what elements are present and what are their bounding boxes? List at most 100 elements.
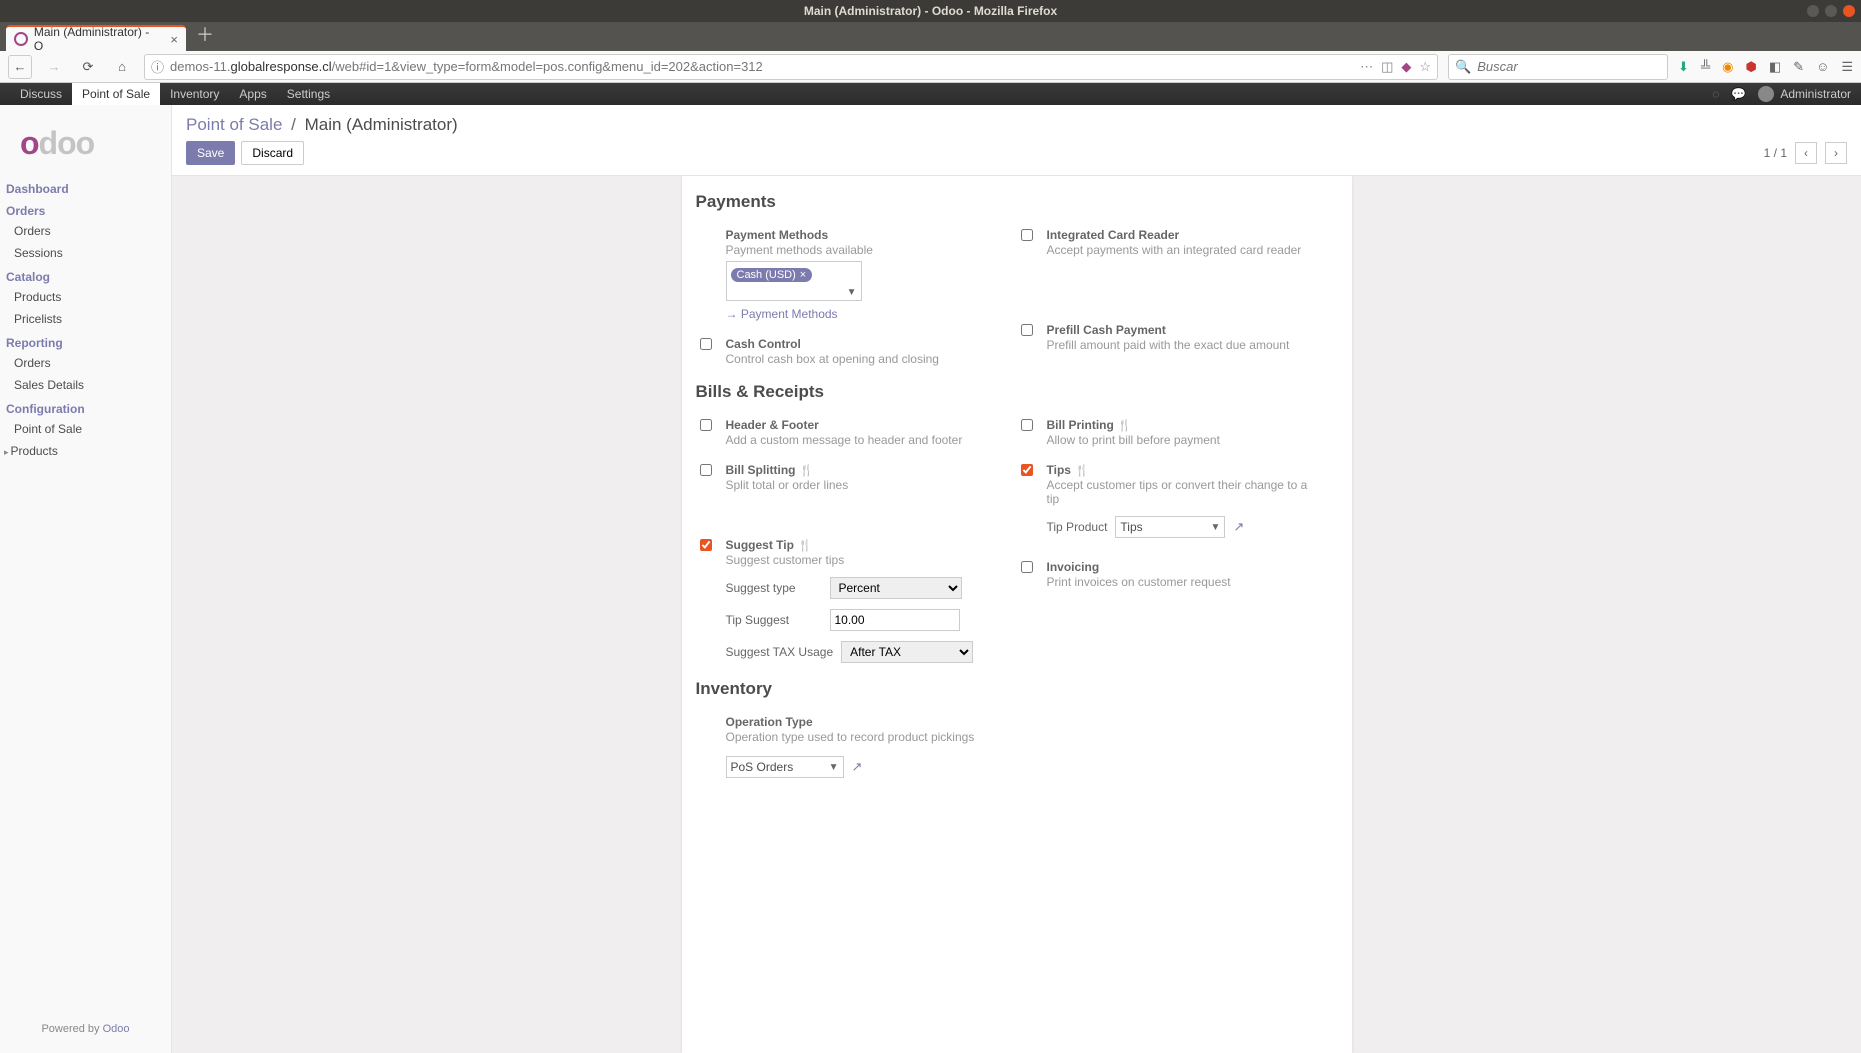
sidebar-item-pos-config[interactable]: Point of Sale	[0, 418, 171, 440]
opt-title-operation-type: Operation Type	[726, 715, 997, 729]
checkbox-bill-printing[interactable]	[1021, 419, 1033, 431]
window-maximize-icon[interactable]	[1825, 5, 1837, 17]
menu-discuss[interactable]: Discuss	[10, 83, 72, 105]
menu-inventory[interactable]: Inventory	[160, 83, 229, 105]
odoo-logo[interactable]: odoo	[0, 115, 171, 176]
opt-desc-tips: Accept customer tips or convert their ch…	[1047, 478, 1318, 506]
opt-prefill-cash: Prefill Cash Payment Prefill amount paid…	[1017, 317, 1318, 362]
restaurant-icon: 🍴	[1075, 464, 1089, 477]
bookmark-star-icon[interactable]: ☆	[1419, 59, 1431, 75]
menu-settings[interactable]: Settings	[277, 83, 340, 105]
search-bar[interactable]: 🔍	[1448, 54, 1668, 80]
sidebar-item-orders[interactable]: Orders	[0, 220, 171, 242]
sidebar-icon[interactable]: ◧	[1769, 59, 1781, 75]
menu-point-of-sale[interactable]: Point of Sale	[72, 83, 160, 105]
pager-prev-button[interactable]: ‹	[1795, 142, 1817, 164]
checkbox-invoicing[interactable]	[1021, 561, 1033, 573]
dropdown-icon[interactable]: ▼	[1211, 522, 1221, 533]
section-title-bills: Bills & Receipts	[696, 376, 1338, 412]
opt-desc-header-footer: Add a custom message to header and foote…	[726, 433, 997, 447]
url-info-icon[interactable]: ⓘ	[151, 57, 164, 76]
nav-back-button[interactable]: ←	[8, 55, 32, 79]
suggest-tip-label: Suggest Tip	[726, 538, 794, 552]
sidebar: odoo Dashboard Orders Orders Sessions Ca…	[0, 105, 172, 1053]
checkbox-bill-splitting[interactable]	[700, 464, 712, 476]
opt-integrated-reader: Integrated Card Reader Accept payments w…	[1017, 222, 1318, 267]
sidebar-item-report-orders[interactable]: Orders	[0, 352, 171, 374]
nav-home-button[interactable]: ⌂	[110, 55, 134, 79]
breadcrumb-root[interactable]: Point of Sale	[186, 115, 282, 134]
addon-orange-icon[interactable]: ◉	[1722, 59, 1733, 75]
powered-by-link[interactable]: Odoo	[103, 1023, 130, 1035]
checkbox-header-footer[interactable]	[700, 419, 712, 431]
suggest-type-label: Suggest type	[726, 581, 822, 595]
checkbox-integrated-reader[interactable]	[1021, 229, 1033, 241]
external-link-icon[interactable]: ↗	[1233, 519, 1244, 535]
sidebar-group-orders[interactable]: Orders	[0, 198, 171, 220]
sidebar-group-reporting[interactable]: Reporting	[0, 330, 171, 352]
sidebar-item-products-config[interactable]: Products	[0, 440, 171, 462]
tab-close-icon[interactable]: ×	[170, 32, 178, 47]
search-input[interactable]	[1477, 59, 1661, 74]
sidebar-group-dashboard[interactable]: Dashboard	[0, 176, 171, 198]
opt-desc-operation-type: Operation type used to record product pi…	[726, 730, 997, 744]
pager-next-button[interactable]: ›	[1825, 142, 1847, 164]
opt-title-cash-control: Cash Control	[726, 337, 997, 351]
opt-desc-bill-printing: Allow to print bill before payment	[1047, 433, 1318, 447]
tip-suggest-input[interactable]	[830, 609, 960, 631]
addon-dark-icon[interactable]: ✎	[1793, 59, 1804, 75]
profile-icon[interactable]: ☺	[1816, 59, 1829, 74]
activity-icon[interactable]: ◌	[1712, 87, 1719, 101]
dropdown-icon[interactable]: ▼	[829, 762, 839, 773]
opt-cash-control: Cash Control Control cash box at opening…	[696, 331, 997, 376]
sidebar-group-configuration[interactable]: Configuration	[0, 396, 171, 418]
sidebar-item-products[interactable]: Products	[0, 286, 171, 308]
downloads-icon[interactable]: ⬇	[1678, 59, 1689, 75]
bill-printing-label: Bill Printing	[1047, 418, 1114, 432]
operation-type-select[interactable]: PoS Orders ▼	[726, 756, 844, 778]
opt-operation-type: Operation Type Operation type used to re…	[696, 709, 997, 788]
sidebar-item-pricelists[interactable]: Pricelists	[0, 308, 171, 330]
checkbox-prefill-cash[interactable]	[1021, 324, 1033, 336]
tag-remove-icon[interactable]: ×	[800, 269, 806, 281]
external-link-icon[interactable]: ↗	[852, 759, 863, 775]
tagbox-dropdown-icon[interactable]: ▼	[847, 287, 857, 298]
payment-methods-tagbox[interactable]: Cash (USD) × ▼	[726, 261, 862, 301]
window-minimize-icon[interactable]	[1807, 5, 1819, 17]
tip-product-value: Tips	[1120, 520, 1142, 534]
nav-reload-button[interactable]: ⟳	[76, 55, 100, 79]
opt-title-bill-splitting: Bill Splitting 🍴	[726, 463, 997, 477]
page-actions-icon[interactable]: ⋯	[1360, 59, 1373, 75]
suggest-type-select[interactable]: Percent	[830, 577, 962, 599]
url-prefix: demos-11.	[170, 59, 230, 74]
sidebar-group-catalog[interactable]: Catalog	[0, 264, 171, 286]
suggest-tax-select[interactable]: After TAX	[841, 641, 973, 663]
discard-button[interactable]: Discard	[241, 141, 304, 165]
opt-payment-methods: Payment Methods Payment methods availabl…	[696, 222, 997, 331]
sidebar-item-sales-details[interactable]: Sales Details	[0, 374, 171, 396]
hamburger-menu-icon[interactable]: ☰	[1841, 59, 1853, 75]
tip-product-select[interactable]: Tips ▼	[1115, 516, 1225, 538]
user-menu[interactable]: Administrator	[1758, 86, 1851, 102]
save-button[interactable]: Save	[186, 141, 235, 165]
opt-title-invoicing: Invoicing	[1047, 560, 1318, 574]
nav-forward-button[interactable]: →	[42, 55, 66, 79]
checkbox-cash-control[interactable]	[700, 338, 712, 350]
messaging-icon[interactable]: 💬	[1731, 87, 1746, 101]
extension-icon[interactable]: ◆	[1401, 59, 1411, 75]
new-tab-button[interactable]: ＋	[196, 21, 214, 47]
browser-tab[interactable]: Main (Administrator) - O ×	[6, 25, 186, 51]
opt-bill-printing: Bill Printing 🍴 Allow to print bill befo…	[1017, 412, 1318, 457]
payment-methods-link[interactable]: Payment Methods	[726, 307, 997, 321]
checkbox-tips[interactable]	[1021, 464, 1033, 476]
library-icon[interactable]: ╩	[1701, 59, 1710, 74]
reader-mode-icon[interactable]: ◫	[1381, 59, 1393, 75]
addon-red-icon[interactable]: ⬢	[1746, 59, 1757, 75]
menu-apps[interactable]: Apps	[229, 83, 276, 105]
opt-title-prefill-cash: Prefill Cash Payment	[1047, 323, 1318, 337]
window-close-icon[interactable]	[1843, 5, 1855, 17]
os-titlebar: Main (Administrator) - Odoo - Mozilla Fi…	[0, 0, 1861, 22]
checkbox-suggest-tip[interactable]	[700, 539, 712, 551]
url-bar[interactable]: ⓘ demos-11.globalresponse.cl/web#id=1&vi…	[144, 54, 1438, 80]
sidebar-item-sessions[interactable]: Sessions	[0, 242, 171, 264]
